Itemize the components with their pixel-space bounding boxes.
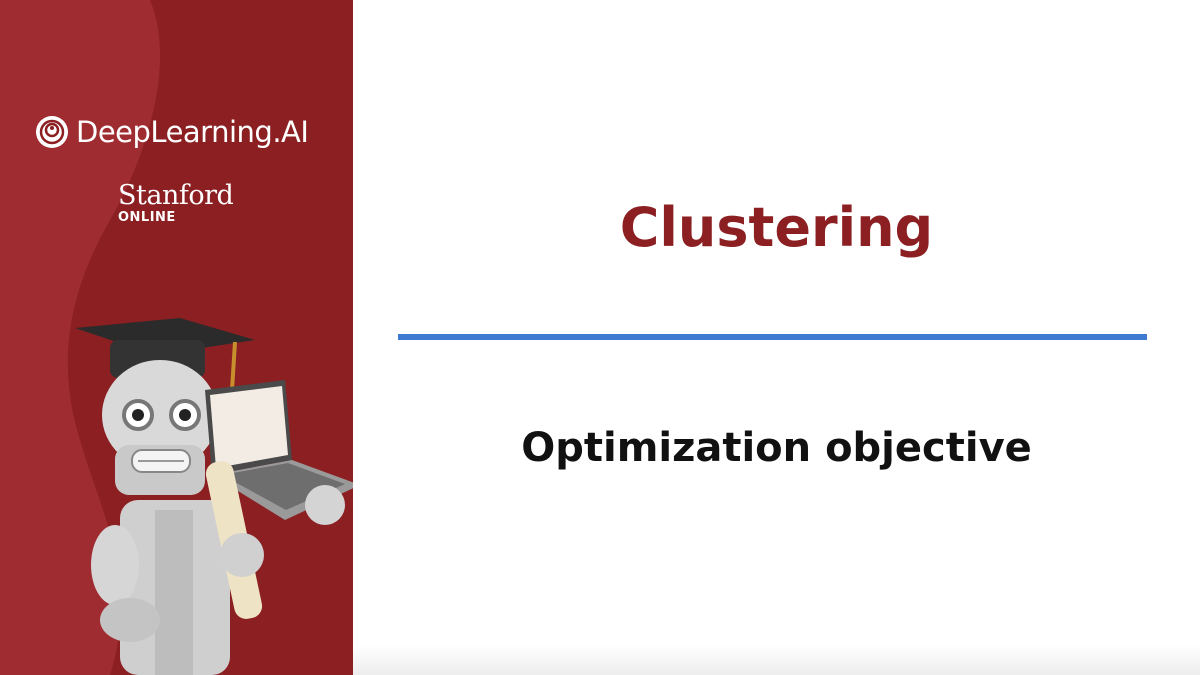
deeplearning-logo: DeepLearning.AI [34,114,309,150]
deeplearning-logo-text: DeepLearning.AI [76,115,309,149]
brand-sidebar: DeepLearning.AI Stanford ONLINE [0,0,353,675]
bottom-shade [353,645,1200,675]
graduate-robot-icon [75,318,353,675]
title-divider [398,334,1147,340]
slide-title: Clustering [619,196,934,259]
slide-subtitle: Optimization objective [521,425,1032,471]
stanford-online-text: ONLINE [118,210,176,225]
stanford-online-logo: Stanford ONLINE [118,180,234,225]
stanford-logo-text: Stanford [118,180,234,211]
deeplearning-logo-icon [36,116,68,148]
